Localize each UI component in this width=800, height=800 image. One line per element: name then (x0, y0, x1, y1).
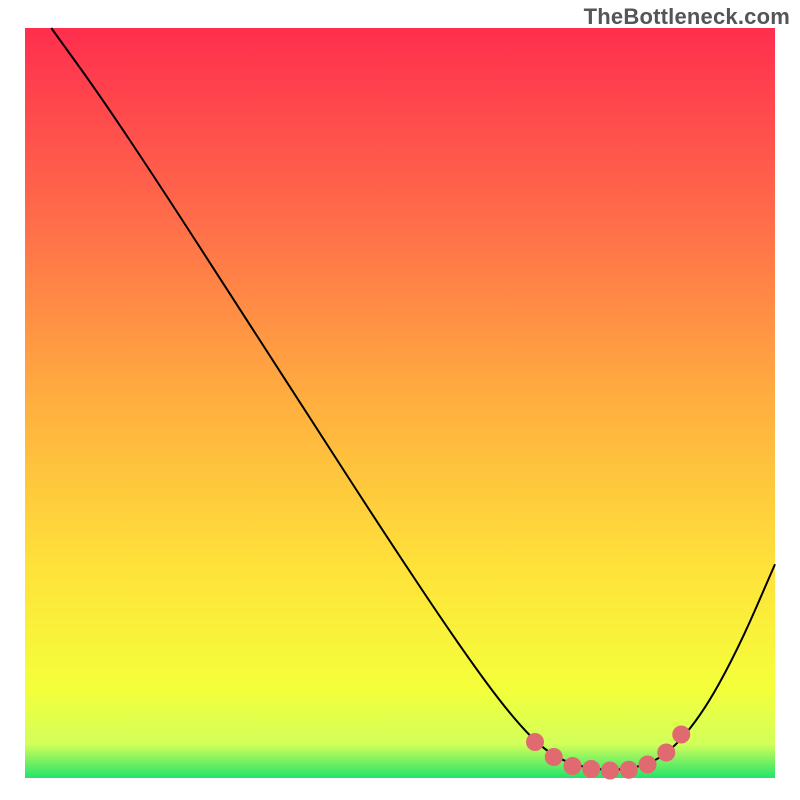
chart-container: TheBottleneck.com (0, 0, 800, 800)
optimal-range-dot (526, 733, 544, 751)
optimal-range-dot (564, 757, 582, 775)
optimal-range-dot (672, 726, 690, 744)
optimal-range-dot (639, 756, 657, 774)
optimal-range-dot (601, 762, 619, 780)
plot-background (25, 28, 775, 778)
optimal-range-dot (657, 744, 675, 762)
watermark-text: TheBottleneck.com (584, 4, 790, 30)
bottleneck-chart-svg (0, 0, 800, 800)
optimal-range-dot (582, 760, 600, 778)
optimal-range-dot (545, 748, 563, 766)
optimal-range-dot (620, 761, 638, 779)
